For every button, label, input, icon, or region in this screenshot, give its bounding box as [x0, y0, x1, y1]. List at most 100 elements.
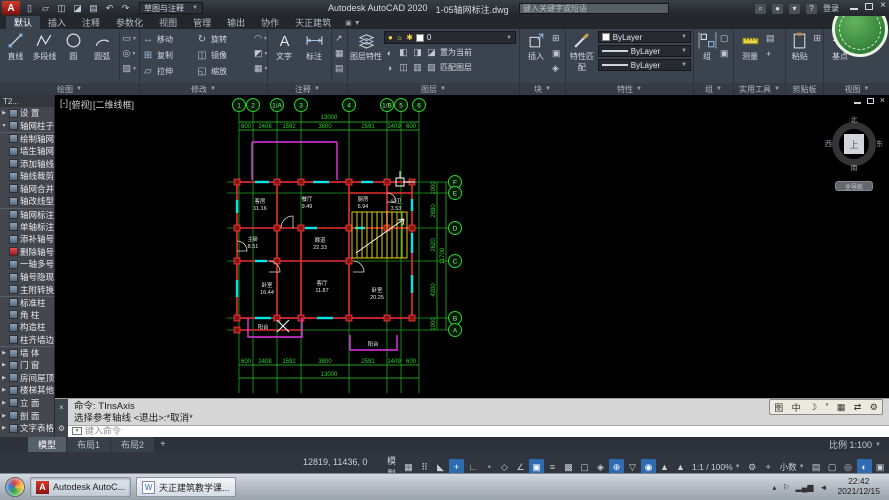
layer-freeze-icon[interactable]: ◨ — [412, 47, 423, 58]
ime-lang-icon[interactable]: 图 — [774, 401, 783, 414]
palette-item[interactable]: ▼ 轴网柱子 — [0, 120, 54, 133]
palette-item[interactable]: ▶ 门 窗 — [0, 359, 54, 372]
clipboard-panel-label[interactable]: 剪贴板 — [786, 83, 823, 95]
help-search-input[interactable]: 键入关键字或短语 — [519, 3, 669, 14]
ime-punctuation-icon[interactable]: ” — [825, 402, 828, 412]
layer-panel-label[interactable]: 图层▼ — [348, 83, 519, 95]
draw-extra[interactable]: ▨▼ — [123, 62, 137, 75]
viewcube-south[interactable]: 南 — [851, 163, 858, 173]
layout-tab[interactable]: 模型 — [28, 437, 66, 452]
palette-item[interactable]: ▶ 文字表格 — [0, 422, 54, 435]
palette-item[interactable]: ▶ 楼梯其他 — [0, 384, 54, 397]
minimize-button[interactable] — [850, 2, 858, 10]
volume-icon[interactable]: ◄ — [820, 483, 828, 492]
palette-item[interactable]: ▶ 设 置 — [0, 107, 54, 120]
layer-on-icon[interactable]: ◑ — [384, 63, 395, 73]
palette-item[interactable]: 主附转换 — [0, 283, 54, 296]
linetype-dropdown[interactable]: ByLayer ▼ — [598, 59, 691, 71]
search-icon[interactable]: ⌕ — [755, 4, 766, 14]
network-icon[interactable]: ▂▄▆ — [796, 483, 814, 492]
layer-lock-icon[interactable]: ◪ — [426, 47, 437, 58]
plot-icon[interactable]: ▤ — [87, 2, 100, 14]
navigation-bar[interactable]: 全导航 — [835, 181, 873, 191]
block-panel-label[interactable]: 块▼ — [520, 83, 565, 95]
insert-block-button[interactable]: 插入 — [522, 31, 550, 62]
new-file-icon[interactable]: ▯ — [23, 2, 36, 14]
units-button[interactable]: 小数 ▼ — [777, 461, 808, 473]
utils-extra[interactable]: ▤ — [766, 32, 775, 45]
ribbon-tab[interactable]: 参数化 — [108, 16, 151, 29]
match-properties-button[interactable]: 特性匹配 — [568, 31, 596, 73]
ribbon-tab[interactable]: 管理 — [185, 16, 219, 29]
palette-item[interactable]: ▶ 立 面 — [0, 397, 54, 410]
ribbon-tab[interactable]: 天正建筑 — [287, 16, 339, 29]
doc-close-button[interactable]: × — [880, 97, 885, 104]
layer-walk-icon[interactable]: ▨ — [426, 62, 437, 73]
annotate-extra[interactable]: ↗ — [335, 32, 344, 45]
set-current-layer-button[interactable]: 置为当前 — [440, 47, 472, 58]
viewport-control[interactable]: [-] — [60, 98, 68, 111]
ribbon-tab[interactable]: 注释 — [74, 16, 108, 29]
modify-extra[interactable]: ▦▼ — [254, 62, 268, 75]
utilities-panel-label[interactable]: 实用工具▼ — [734, 83, 785, 95]
palette-title[interactable]: T2... — [0, 95, 54, 107]
restore-button[interactable] — [865, 3, 873, 10]
utils-extra[interactable]: + — [766, 47, 775, 60]
floor-plan-drawing[interactable]: 13000 600 2408 1592 3800 2591 1409 600 6… — [55, 95, 889, 398]
layer-properties-button[interactable]: 图层特性 — [350, 31, 382, 62]
workspace-dropdown[interactable]: 草图与注释 ▼ — [139, 2, 203, 14]
palette-item[interactable]: 角 柱 — [0, 309, 54, 322]
autocad-logo-icon[interactable]: A — [2, 1, 20, 15]
start-button[interactable] — [5, 477, 25, 497]
palette-item[interactable]: 删除轴号 — [0, 246, 54, 259]
show-hidden-icons-icon[interactable]: ▴ — [772, 483, 776, 492]
view-panel-label[interactable]: 视图▼ — [824, 83, 889, 95]
help-icon[interactable]: ? — [806, 4, 817, 14]
layer-thaw-icon[interactable]: ▥ — [412, 62, 423, 73]
ribbon-tab[interactable]: 输出 — [219, 16, 253, 29]
command-input[interactable] — [85, 426, 885, 436]
modify-panel-label[interactable]: 修改▼ — [140, 83, 267, 95]
annotation-scale-button[interactable]: 1:1 / 100% ▼ — [689, 462, 744, 472]
block-extra[interactable]: ▣ — [552, 47, 561, 60]
arc-tool-button[interactable]: 圆弧 — [89, 31, 116, 62]
ribbon-collapse-icon[interactable]: ▣ ▼ — [339, 16, 367, 29]
viewcube-north[interactable]: 北 — [851, 115, 858, 125]
signin-user-icon[interactable]: ● — [772, 4, 783, 14]
ime-settings-icon[interactable]: ⚙ — [870, 402, 878, 413]
viewcube-top-face[interactable]: 上 — [844, 134, 864, 154]
palette-item[interactable]: 轴网合并 — [0, 183, 54, 196]
viewcube-west[interactable]: 西 — [825, 139, 832, 149]
group-extra[interactable]: ▣ — [720, 47, 729, 60]
properties-panel-label[interactable]: 特性▼ — [566, 83, 693, 95]
annotate-extra[interactable]: ▤ — [335, 62, 344, 75]
viewcube[interactable]: 北 南 西 东 上 — [825, 115, 883, 173]
paste-button[interactable]: 粘贴 — [788, 31, 811, 62]
command-close-icon[interactable]: × — [59, 403, 64, 412]
mirror-tool[interactable]: ◫ 镜像 — [196, 47, 248, 63]
palette-item[interactable]: 添补轴号 — [0, 233, 54, 246]
action-center-icon[interactable]: ⚐ — [782, 483, 789, 492]
palette-item[interactable]: ▶ 墙 体 — [0, 346, 54, 359]
palette-item[interactable]: ▶ 剖 面 — [0, 409, 54, 422]
lineweight-dropdown[interactable]: ByLayer ▼ — [598, 45, 691, 57]
layer-isolate-icon[interactable]: ◧ — [398, 47, 409, 58]
ribbon-tab[interactable]: 协作 — [253, 16, 287, 29]
signin-label[interactable]: 登录 — [823, 3, 839, 14]
modify-extra[interactable]: ◠▼ — [254, 32, 268, 45]
viewport-control[interactable]: [二维线框] — [93, 98, 134, 111]
polyline-tool-button[interactable]: 多段线 — [31, 31, 58, 62]
layout-tab[interactable]: 布局2 — [111, 437, 154, 452]
annotate-panel-label[interactable]: 注释▼ — [268, 83, 347, 95]
doc-minimize-button[interactable] — [854, 97, 861, 104]
layout-tab[interactable]: 布局1 — [67, 437, 110, 452]
palette-item[interactable]: 绘制轴网 — [0, 132, 54, 145]
ime-fullwidth-icon[interactable]: ☽ — [809, 402, 817, 413]
block-extra[interactable]: ⊞ — [552, 32, 561, 45]
copy-tool[interactable]: ⊞ 复制 — [142, 47, 194, 63]
group-panel-label[interactable]: 组▼ — [694, 83, 733, 95]
palette-item[interactable]: 添加轴线 — [0, 157, 54, 170]
palette-item[interactable]: ▶ 房间屋顶 — [0, 371, 54, 384]
open-file-icon[interactable]: ▱ — [39, 2, 52, 14]
viewcube-east[interactable]: 东 — [876, 139, 883, 149]
